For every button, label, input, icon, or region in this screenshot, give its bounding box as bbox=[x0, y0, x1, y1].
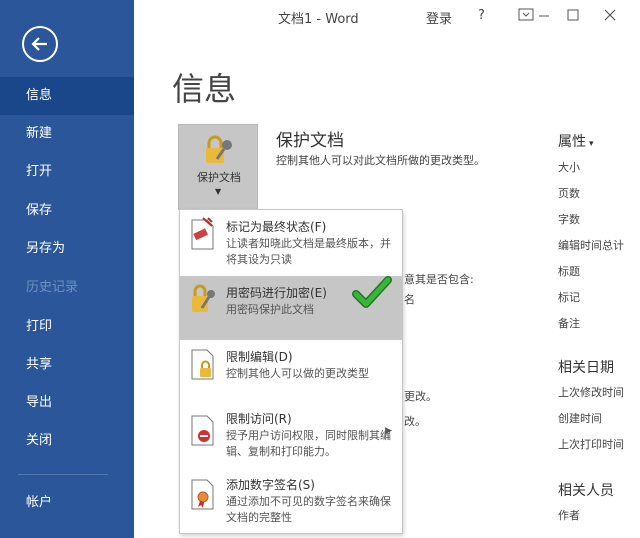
menu-restrict-editing-title: 限制编辑(D) bbox=[226, 350, 293, 364]
nav-account[interactable]: 帐户 bbox=[0, 484, 134, 522]
mark-final-icon bbox=[191, 217, 214, 250]
nav-close[interactable]: 关闭 bbox=[0, 422, 134, 460]
nav-divider bbox=[18, 474, 108, 475]
protect-document-label: 保护文档 bbox=[197, 171, 241, 184]
people-heading: 相关人员 bbox=[558, 483, 614, 499]
versions-text-fragment: 更改。 bbox=[404, 390, 437, 403]
maximize-icon[interactable] bbox=[561, 4, 585, 26]
prop-edit-time: 编辑时间总计 bbox=[558, 239, 624, 252]
restrict-access-icon bbox=[191, 415, 214, 446]
properties-heading[interactable]: 属性 ▾ bbox=[558, 131, 594, 151]
nav-export[interactable]: 导出 bbox=[0, 384, 134, 422]
inspect-text-fragment: 名 bbox=[404, 293, 415, 306]
digital-signature-icon bbox=[191, 479, 214, 510]
menu-digital-signature-title: 添加数字签名(S) bbox=[226, 478, 315, 492]
back-arrow-icon bbox=[31, 37, 47, 51]
prop-pages: 页数 bbox=[558, 187, 580, 200]
help-button[interactable]: ? bbox=[478, 8, 485, 23]
window-title: 文档1 - Word bbox=[278, 12, 359, 27]
close-window-icon[interactable] bbox=[598, 4, 622, 26]
nav-new[interactable]: 新建 bbox=[0, 115, 134, 153]
protect-document-menu: 标记为最终状态(F) 让读者知晓此文档是最终版本，并将其设为只读 用密码进行加密… bbox=[179, 209, 403, 534]
checkmark-icon bbox=[352, 276, 392, 308]
protect-heading: 保护文档 bbox=[276, 131, 344, 151]
chevron-down-icon: ▾ bbox=[589, 139, 594, 149]
menu-restrict-access-desc: 授予用户访问权限，同时限制其编辑、复制和打印能力。 bbox=[226, 429, 391, 458]
page-title: 信息 bbox=[172, 70, 237, 108]
menu-restrict-editing[interactable]: 限制编辑(D) 控制其他人可以做的更改类型 bbox=[180, 340, 402, 406]
versions-text-fragment: 改。 bbox=[404, 415, 426, 428]
lock-key-icon bbox=[206, 135, 232, 163]
nav-save-as[interactable]: 另存为 bbox=[0, 230, 134, 268]
backstage-sidebar: 信息 新建 打开 保存 另存为 历史记录 打印 共享 导出 关闭 帐户 bbox=[0, 0, 134, 538]
prop-title: 标题 bbox=[558, 265, 580, 278]
menu-restrict-access[interactable]: 限制访问(R) 授予用户访问权限，同时限制其编辑、复制和打印能力。 ▶ bbox=[180, 406, 402, 470]
protect-description: 控制其他人可以对此文档所做的更改类型。 bbox=[276, 154, 485, 167]
menu-restrict-editing-desc: 控制其他人可以做的更改类型 bbox=[226, 367, 369, 380]
menu-digital-signature[interactable]: 添加数字签名(S) 通过添加不可见的数字签名来确保文档的完整性 bbox=[180, 470, 402, 532]
nav-share[interactable]: 共享 bbox=[0, 346, 134, 384]
restrict-editing-icon bbox=[191, 349, 214, 380]
date-printed: 上次打印时间 bbox=[558, 438, 624, 451]
minimize-icon[interactable] bbox=[532, 4, 556, 26]
inspect-text-fragment: 意其是否包含: bbox=[404, 273, 474, 286]
menu-restrict-access-title: 限制访问(R) bbox=[226, 412, 292, 426]
prop-words: 字数 bbox=[558, 213, 580, 226]
login-link[interactable]: 登录 bbox=[426, 8, 452, 27]
nav-info[interactable]: 信息 bbox=[0, 77, 134, 115]
prop-tags: 标记 bbox=[558, 291, 580, 304]
prop-comments: 备注 bbox=[558, 317, 580, 330]
nav-print[interactable]: 打印 bbox=[0, 308, 134, 346]
dates-heading: 相关日期 bbox=[558, 360, 614, 376]
prop-size: 大小 bbox=[558, 161, 580, 174]
people-author: 作者 bbox=[558, 509, 580, 522]
properties-heading-label: 属性 bbox=[558, 134, 586, 150]
menu-mark-final-title: 标记为最终状态(F) bbox=[226, 220, 327, 234]
menu-encrypt-title: 用密码进行加密(E) bbox=[226, 286, 327, 300]
submenu-arrow-icon: ▶ bbox=[385, 426, 392, 436]
menu-mark-final[interactable]: 标记为最终状态(F) 让读者知晓此文档是最终版本，并将其设为只读 bbox=[180, 210, 402, 276]
lock-key-icon bbox=[192, 284, 215, 312]
nav-open[interactable]: 打开 bbox=[0, 153, 134, 191]
nav-history: 历史记录 bbox=[26, 280, 79, 295]
nav-save[interactable]: 保存 bbox=[0, 192, 134, 230]
menu-mark-final-desc: 让读者知晓此文档是最终版本，并将其设为只读 bbox=[226, 237, 391, 266]
protect-document-button[interactable]: 保护文档 ▼ bbox=[178, 124, 258, 210]
menu-digital-signature-desc: 通过添加不可见的数字签名来确保文档的完整性 bbox=[226, 495, 391, 524]
back-button[interactable] bbox=[22, 26, 58, 62]
date-created: 创建时间 bbox=[558, 412, 602, 425]
dropdown-arrow-icon: ▼ bbox=[215, 187, 222, 196]
date-modified: 上次修改时间 bbox=[558, 386, 624, 399]
